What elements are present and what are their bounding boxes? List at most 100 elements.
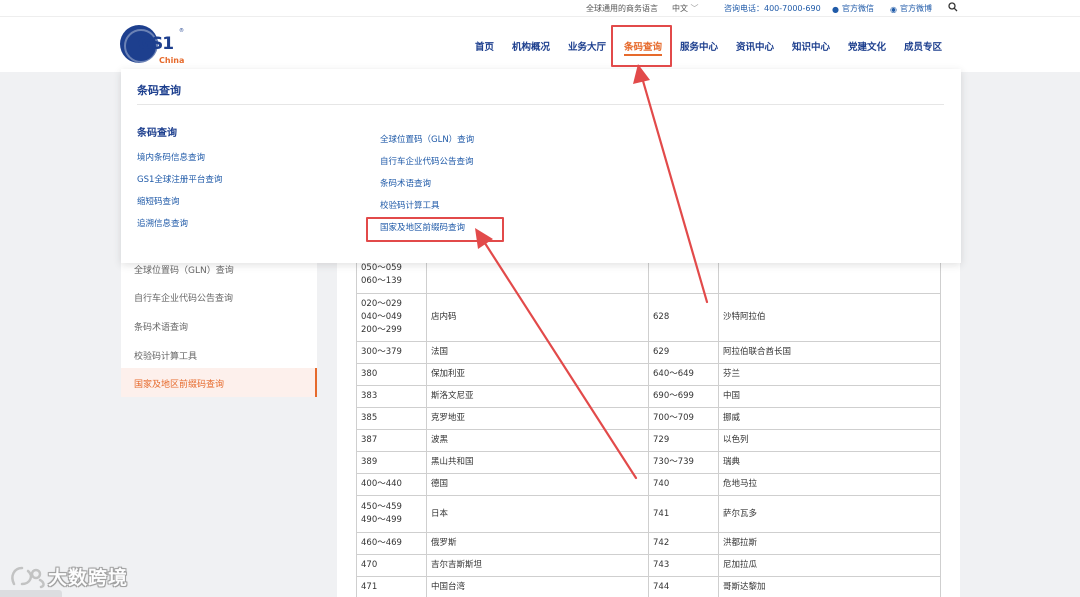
table-cell: 460～469: [356, 532, 427, 555]
table-row: 383 斯洛文尼亚 690～699 中国: [356, 385, 941, 408]
highlight-prefix-link: [366, 217, 504, 242]
table-cell: 萨尔瓦多: [718, 495, 941, 533]
table-cell: 店内码: [426, 293, 649, 342]
table-row: 460～469 俄罗斯 742 洪都拉斯: [356, 532, 941, 555]
table-cell: 阿拉伯联合酋长国: [718, 341, 941, 364]
nav-news[interactable]: 资讯中心: [736, 39, 774, 53]
table-cell: 729: [648, 429, 719, 452]
top-utility-bar: 全球通用的商务语言 中文 ﹀ 咨询电话：400-7000-690 ● 官方微信 ◉…: [0, 0, 1080, 17]
dropdown-divider: [137, 104, 944, 105]
table-row: 450～459 490～499 日本 741 萨尔瓦多: [356, 495, 941, 533]
sidebar-item-checkdigit[interactable]: 校验码计算工具: [134, 349, 197, 362]
logo-reg: ®: [179, 28, 184, 34]
dropdown-link-checkdigit[interactable]: 校验码计算工具: [380, 199, 440, 211]
dropdown-title: 条码查询: [137, 84, 181, 97]
dropdown-link-domestic[interactable]: 境内条码信息查询: [137, 151, 205, 163]
dropdown-link-trace[interactable]: 追溯信息查询: [137, 217, 188, 229]
dropdown-link-gln[interactable]: 全球位置码（GLN）查询: [380, 133, 474, 145]
table-cell: 以色列: [718, 429, 941, 452]
watermark-logo-icon: [8, 562, 48, 590]
table-cell: 740: [648, 473, 719, 496]
table-cell: 吉尔吉斯斯坦: [426, 554, 649, 577]
table-cell: 300～379: [356, 341, 427, 364]
table-cell: 波黑: [426, 429, 649, 452]
table-cell: 瑞典: [718, 451, 941, 474]
language-selector[interactable]: 中文 ﹀: [672, 3, 699, 14]
main-header: GS1 ® China 首页 机构概况 业务大厅 条码查询 服务中心 资讯中心 …: [0, 17, 1080, 72]
gs1-china-logo[interactable]: GS1 ® China: [120, 25, 190, 67]
table-cell: 389: [356, 451, 427, 474]
table-cell: 洪都拉斯: [718, 532, 941, 555]
sidebar-item-prefix[interactable]: 国家及地区前缀码查询: [134, 377, 224, 390]
phone-text: 咨询电话：400-7000-690: [724, 4, 821, 13]
table-cell: 中国: [718, 385, 941, 408]
table-row: 387 波黑 729 以色列: [356, 429, 941, 452]
table-cell: 芬兰: [718, 363, 941, 386]
table-cell: 德国: [426, 473, 649, 496]
table-cell: 尼加拉瓜: [718, 554, 941, 577]
table-cell: 690～699: [648, 385, 719, 408]
table-row: 389 黑山共和国 730～739 瑞典: [356, 451, 941, 474]
table-row: 400～440 德国 740 危地马拉: [356, 473, 941, 496]
table-row: 385 克罗地亚 700～709 挪威: [356, 407, 941, 430]
table-row: 020～029 040～049 200～299 店内码 628 沙特阿拉伯: [356, 293, 941, 342]
table-cell: 730～739: [648, 451, 719, 474]
logo-brand: GS1: [138, 34, 174, 54]
bottom-strip: [0, 590, 62, 597]
wechat-link[interactable]: ● 官方微信: [832, 3, 874, 14]
table-cell: 挪威: [718, 407, 941, 430]
chevron-down-icon: ﹀: [690, 4, 699, 13]
table-cell: 克罗地亚: [426, 407, 649, 430]
nav-knowledge[interactable]: 知识中心: [792, 39, 830, 53]
table-cell: 470: [356, 554, 427, 577]
table-cell: 400～440: [356, 473, 427, 496]
barcode-dropdown-menu: 条码查询 条码查询 境内条码信息查询 GS1全球注册平台查询 缩短码查询 追溯信…: [121, 69, 961, 263]
nav-business[interactable]: 业务大厅: [568, 39, 606, 53]
table-row: 470 吉尔吉斯斯坦 743 尼加拉瓜: [356, 554, 941, 577]
slogan-text: 全球通用的商务语言: [586, 4, 658, 13]
wechat-icon: ●: [832, 5, 839, 14]
dropdown-link-bicycle[interactable]: 自行车企业代码公告查询: [380, 155, 474, 167]
table-cell: 保加利亚: [426, 363, 649, 386]
nav-about[interactable]: 机构概况: [512, 39, 550, 53]
sidebar-item-bicycle[interactable]: 自行车企业代码公告查询: [134, 291, 233, 304]
table-cell: 日本: [426, 495, 649, 533]
search-icon[interactable]: [948, 2, 958, 14]
table-row: 471 中国台湾 744 哥斯达黎加: [356, 576, 941, 597]
nav-party[interactable]: 党建文化: [848, 39, 886, 53]
table-cell: 629: [648, 341, 719, 364]
sidebar-item-gln[interactable]: 全球位置码（GLN）查询: [134, 263, 234, 276]
nav-service[interactable]: 服务中心: [680, 39, 718, 53]
table-cell: 中国台湾: [426, 576, 649, 597]
table-cell: 744: [648, 576, 719, 597]
table-cell: 700～709: [648, 407, 719, 430]
table-cell: 471: [356, 576, 427, 597]
dropdown-link-terms[interactable]: 条码术语查询: [380, 177, 431, 189]
logo-sub: China: [159, 56, 185, 65]
table-cell: 020～029 040～049 200～299: [356, 293, 427, 342]
table-cell: 黑山共和国: [426, 451, 649, 474]
dropdown-link-short-code[interactable]: 缩短码查询: [137, 195, 180, 207]
table-cell: 640～649: [648, 363, 719, 386]
dropdown-column-title: 条码查询: [137, 128, 177, 139]
table-row: 380 保加利亚 640～649 芬兰: [356, 363, 941, 386]
table-cell: 380: [356, 363, 427, 386]
table-row: 300～379 法国 629 阿拉伯联合酋长国: [356, 341, 941, 364]
table-cell: 628: [648, 293, 719, 342]
highlight-nav-barcode: [611, 25, 672, 67]
table-cell: 385: [356, 407, 427, 430]
table-cell: 383: [356, 385, 427, 408]
table-cell: 危地马拉: [718, 473, 941, 496]
dropdown-link-gs1-registry[interactable]: GS1全球注册平台查询: [137, 173, 222, 185]
watermark: 大数跨境: [8, 562, 128, 590]
nav-members[interactable]: 成员专区: [904, 39, 942, 53]
table-cell: 哥斯达黎加: [718, 576, 941, 597]
watermark-text: 大数跨境: [48, 566, 129, 589]
table-cell: 法国: [426, 341, 649, 364]
table-cell: 450～459 490～499: [356, 495, 427, 533]
weibo-link[interactable]: ◉ 官方微博: [890, 3, 932, 14]
nav-home[interactable]: 首页: [475, 39, 494, 53]
sidebar-item-terms[interactable]: 条码术语查询: [134, 320, 188, 333]
sidebar: 全球位置码（GLN）查询 自行车企业代码公告查询 条码术语查询 校验码计算工具 …: [121, 254, 317, 397]
table-cell: 斯洛文尼亚: [426, 385, 649, 408]
